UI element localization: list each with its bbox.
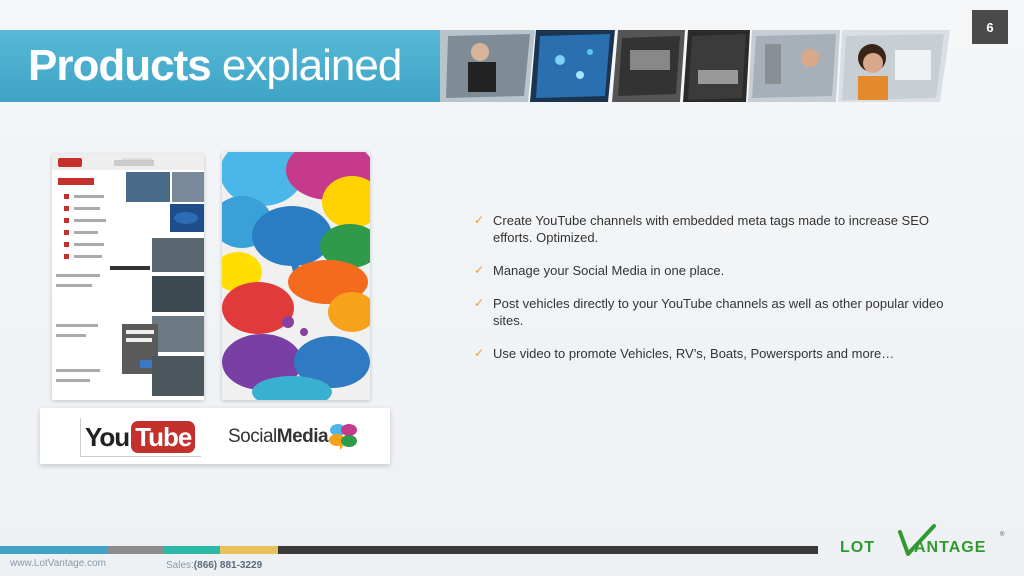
footer-bar-segment: [0, 546, 108, 554]
social-media-logo-part2: Media: [276, 426, 329, 447]
registered-mark: ®: [1000, 531, 1005, 538]
speech-bubbles-image: [222, 152, 370, 400]
check-icon: ✓: [474, 296, 485, 310]
feature-list: ✓ Create YouTube channels with embedded m…: [474, 212, 954, 378]
youtube-logo: You Tube: [80, 418, 202, 457]
photo-collage-banner: [440, 30, 950, 102]
sales-label: Sales:: [166, 560, 194, 571]
footer-bar-segment: [164, 546, 220, 554]
check-icon: ✓: [474, 346, 485, 360]
footer-sales: Sales:(866) 881-3229: [166, 560, 262, 571]
social-media-artwork: [222, 152, 370, 400]
sales-number: (866) 881-3229: [193, 560, 263, 571]
lotvantage-logo-text: ANTAGE: [914, 539, 986, 556]
check-icon: ✓: [474, 263, 485, 277]
page-title: Products explained: [28, 40, 402, 92]
page-number: 6: [972, 10, 1008, 44]
lotvantage-logo: LOT ANTAGE ®: [840, 524, 1005, 556]
bullet-text: Post vehicles directly to your YouTube c…: [493, 296, 944, 328]
footer-bar-segment: [220, 546, 278, 554]
list-item: ✓ Manage your Social Media in one place.: [474, 262, 954, 279]
footer-bar-segment: [108, 546, 164, 554]
footer-website: www.LotVantage.com: [10, 558, 106, 569]
list-item: ✓ Use video to promote Vehicles, RV’s, Bo…: [474, 345, 954, 362]
bullet-text: Manage your Social Media in one place.: [493, 263, 725, 278]
youtube-logo-tube: Tube: [131, 421, 196, 453]
bullet-text: Create YouTube channels with embedded me…: [493, 213, 930, 245]
footer-bar-segment: [278, 546, 818, 554]
title-bold: Products: [28, 41, 212, 90]
bullet-text: Use video to promote Vehicles, RV’s, Boa…: [493, 346, 895, 361]
lotvantage-logo-text: LOT: [840, 539, 875, 556]
social-media-logo-part1: Social: [228, 426, 277, 447]
check-icon: ✓: [474, 213, 485, 227]
title-rest: explained: [210, 41, 402, 90]
social-media-logo: SocialMedia: [228, 426, 329, 448]
youtube-logo-you: You: [85, 421, 130, 452]
list-item: ✓ Post vehicles directly to your YouTube …: [474, 295, 954, 329]
footer-color-bar: [0, 546, 818, 554]
speech-bubbles-icon: [329, 424, 357, 450]
youtube-screenshot-image: [52, 154, 204, 400]
list-item: ✓ Create YouTube channels with embedded m…: [474, 212, 954, 246]
youtube-screenshot: [52, 154, 204, 400]
